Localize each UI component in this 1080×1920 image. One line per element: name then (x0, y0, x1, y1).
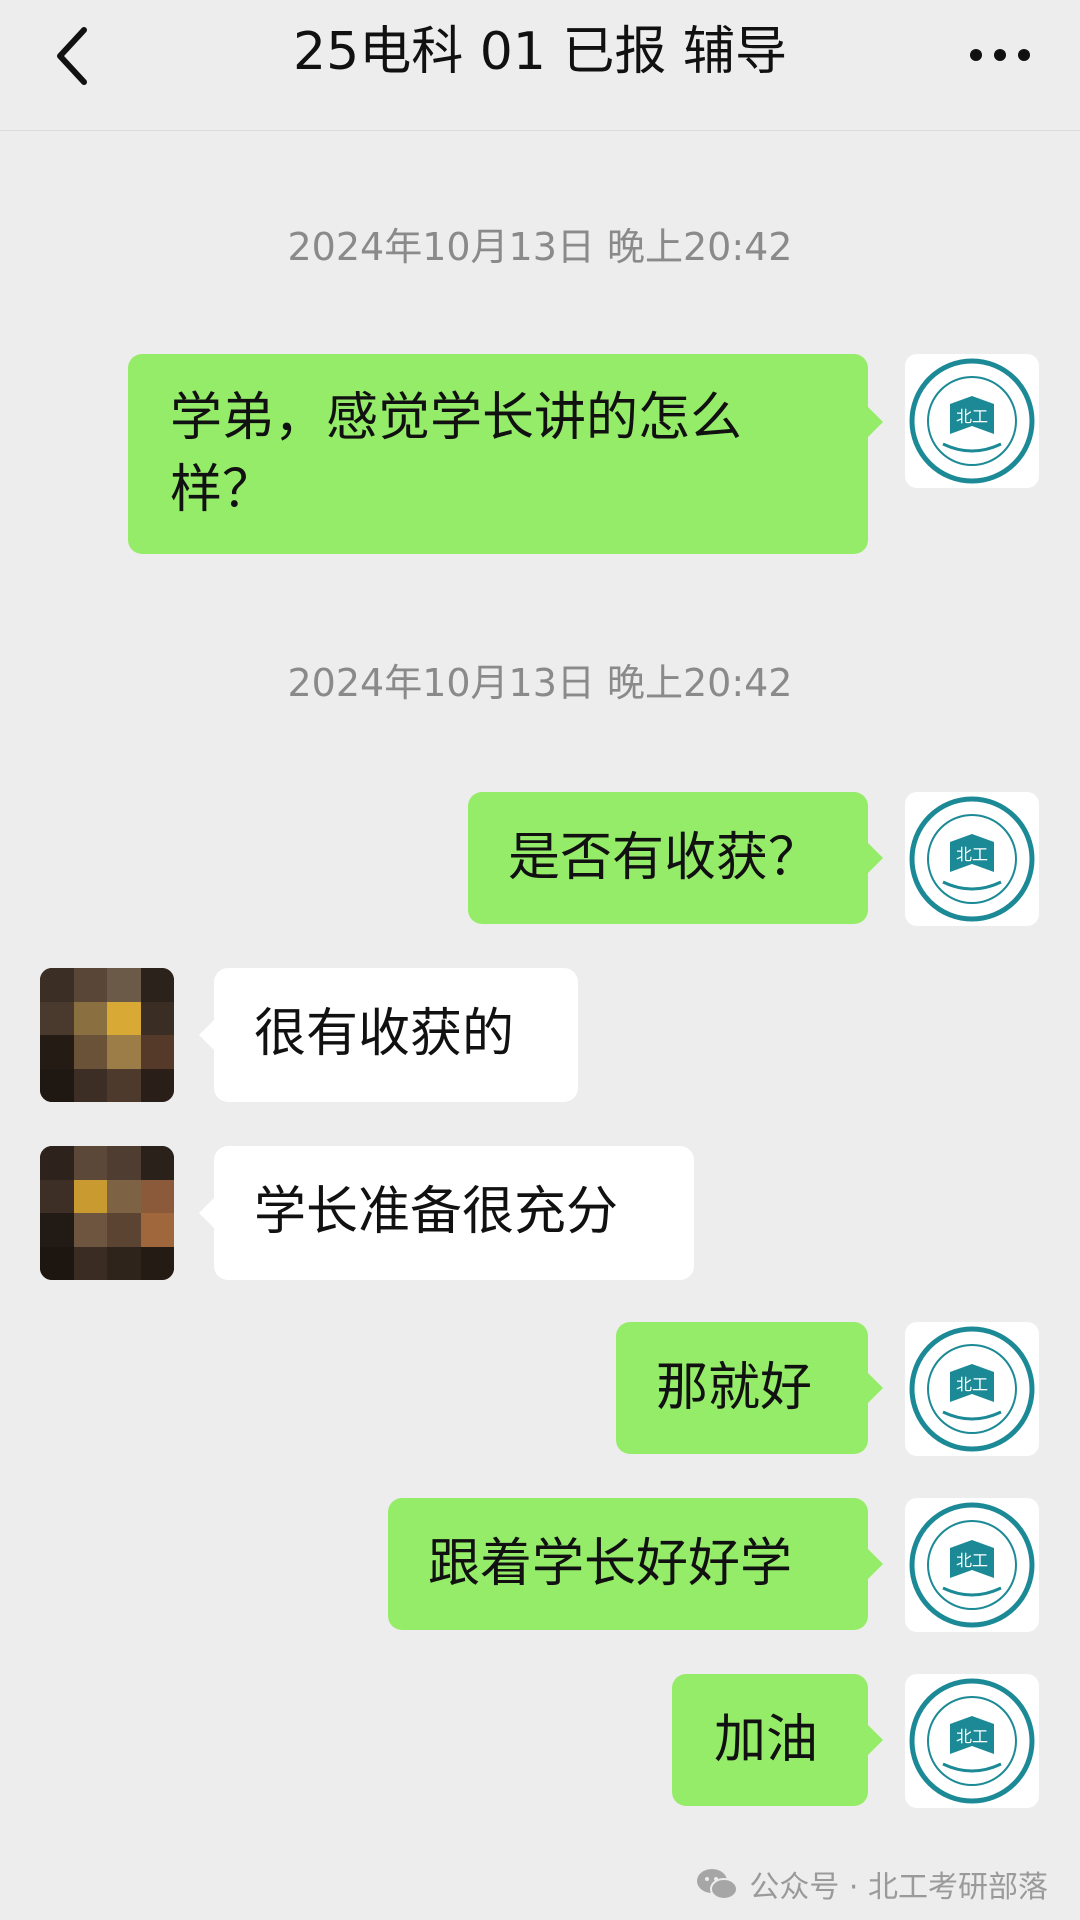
contact-avatar[interactable] (40, 1146, 174, 1280)
outgoing-message-bubble[interactable]: 加油 (672, 1674, 883, 1806)
message-text: 很有收获的 (254, 1004, 515, 1064)
blurred-avatar-image (40, 968, 174, 1102)
self-avatar[interactable]: 北工 (905, 1498, 1039, 1632)
outgoing-message-bubble[interactable]: 那就好 (616, 1322, 883, 1454)
back-button[interactable] (40, 16, 110, 96)
incoming-message-bubble[interactable]: 学长准备很充分 (199, 1146, 694, 1280)
logo-label: 北工 (956, 845, 988, 864)
school-logo-icon: 北工 (909, 796, 1035, 922)
more-options-button[interactable] (960, 20, 1040, 90)
message-text: 那就好 (656, 1358, 813, 1418)
blurred-avatar-image (40, 1146, 174, 1280)
contact-avatar[interactable] (40, 968, 174, 1102)
message-text: 跟着学长好好学 (428, 1534, 793, 1594)
chat-header: 25电科 01 已报 辅导 (0, 0, 1080, 131)
more-dots-icon (970, 49, 1030, 61)
wechat-watermark: 公众号 · 北工考研部落 (695, 1856, 1048, 1912)
school-logo-icon: 北工 (909, 1326, 1035, 1452)
chevron-left-icon (57, 27, 87, 85)
self-avatar[interactable]: 北工 (905, 1674, 1039, 1808)
self-avatar[interactable]: 北工 (905, 1322, 1039, 1456)
self-avatar[interactable]: 北工 (905, 792, 1039, 926)
message-text: 学长准备很充分 (254, 1182, 619, 1242)
logo-label: 北工 (956, 1375, 988, 1394)
logo-label: 北工 (956, 407, 988, 426)
chat-title: 25电科 01 已报 辅导 (293, 22, 787, 82)
message-timestamp: 2024年10月13日 晚上20:42 (287, 661, 793, 705)
incoming-message-bubble[interactable]: 很有收获的 (199, 968, 578, 1102)
wechat-icon (697, 1869, 739, 1900)
school-logo-icon: 北工 (909, 358, 1035, 484)
self-avatar[interactable]: 北工 (905, 354, 1039, 488)
outgoing-message-bubble[interactable]: 跟着学长好好学 (388, 1498, 883, 1630)
logo-label: 北工 (956, 1551, 988, 1570)
message-timestamp: 2024年10月13日 晚上20:42 (287, 225, 793, 269)
outgoing-message-bubble[interactable]: 学弟，感觉学长讲的怎么样？ (128, 354, 883, 554)
logo-label: 北工 (956, 1727, 988, 1746)
outgoing-message-bubble[interactable]: 是否有收获？ (468, 792, 883, 924)
message-text: 学弟，感觉学长讲的怎么样？ (170, 388, 743, 520)
school-logo-icon: 北工 (909, 1678, 1035, 1804)
message-text: 加油 (714, 1710, 819, 1770)
chat-screen: 25电科 01 已报 辅导 2024年10月13日 晚上20:42 学弟，感觉学… (0, 0, 1080, 1920)
school-logo-icon: 北工 (909, 1502, 1035, 1628)
message-text: 是否有收获？ (508, 828, 821, 888)
watermark-text: 公众号 · 北工考研部落 (749, 1870, 1048, 1905)
